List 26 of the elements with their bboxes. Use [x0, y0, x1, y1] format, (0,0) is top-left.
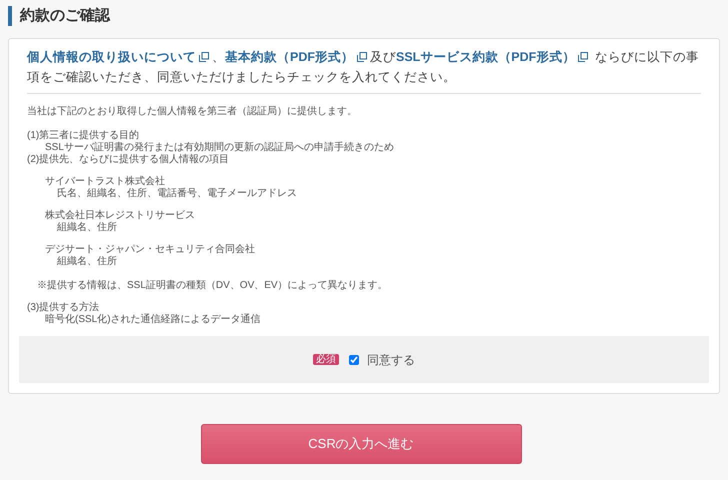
notice-text: 氏名、組織名、住所、電話番号、電子メールアドレス: [57, 188, 297, 200]
notice-text: (2)提供先、ならびに提供する個人情報の項目: [27, 154, 230, 166]
notice-text: 暗号化(SSL化)された通信経路によるデータ通信: [45, 314, 261, 326]
company-name: デジサート・ジャパン・セキュリティ合同会社: [45, 244, 255, 256]
notice-text: 当社は下記のとおり取得した個人情報を第三者（認証局）に提供します。: [27, 106, 357, 118]
notice-text: 組織名、住所: [57, 256, 117, 268]
terms-link[interactable]: SSLサービス約款（PDF形式）: [396, 50, 576, 64]
heading-accent: [8, 6, 12, 26]
company-name: サイバートラスト株式会社: [45, 176, 165, 188]
required-badge: 必須: [313, 354, 339, 365]
agree-label: 同意する: [367, 352, 415, 368]
terms-link[interactable]: 基本約款（PDF形式）: [225, 50, 354, 64]
intro-text: 個人情報の取り扱いについて 、基本約款（PDF形式） 及びSSLサービス約款（PDF形式） ならびに以下の事項をご確認いただき、同意いただけましたらチェックを入れてください。: [26, 49, 700, 86]
external-link-icon: [357, 52, 367, 62]
notice-text: (3)提供する方法: [27, 302, 100, 314]
external-link-icon: [199, 52, 209, 62]
note-text: ※提供する情報は、SSL証明書の種類（DV、OV、EV）によって異なります。: [37, 280, 388, 292]
notice-text: 組織名、住所: [57, 222, 117, 234]
notice-text: SSLサーバ証明書の発行または有効期間の更新の認証局への申請手続きのため: [45, 142, 394, 154]
notice-text: (1)第三者に提供する目的: [27, 130, 140, 142]
agree-checkbox[interactable]: [349, 354, 359, 364]
external-link-icon: [578, 52, 588, 62]
submit-button[interactable]: CSRの入力へ進む: [200, 424, 522, 464]
company-name: 株式会社日本レジストリサービス: [45, 210, 195, 222]
terms-link[interactable]: 個人情報の取り扱いについて: [27, 50, 196, 64]
section-heading: 約款のご確認: [20, 6, 110, 26]
